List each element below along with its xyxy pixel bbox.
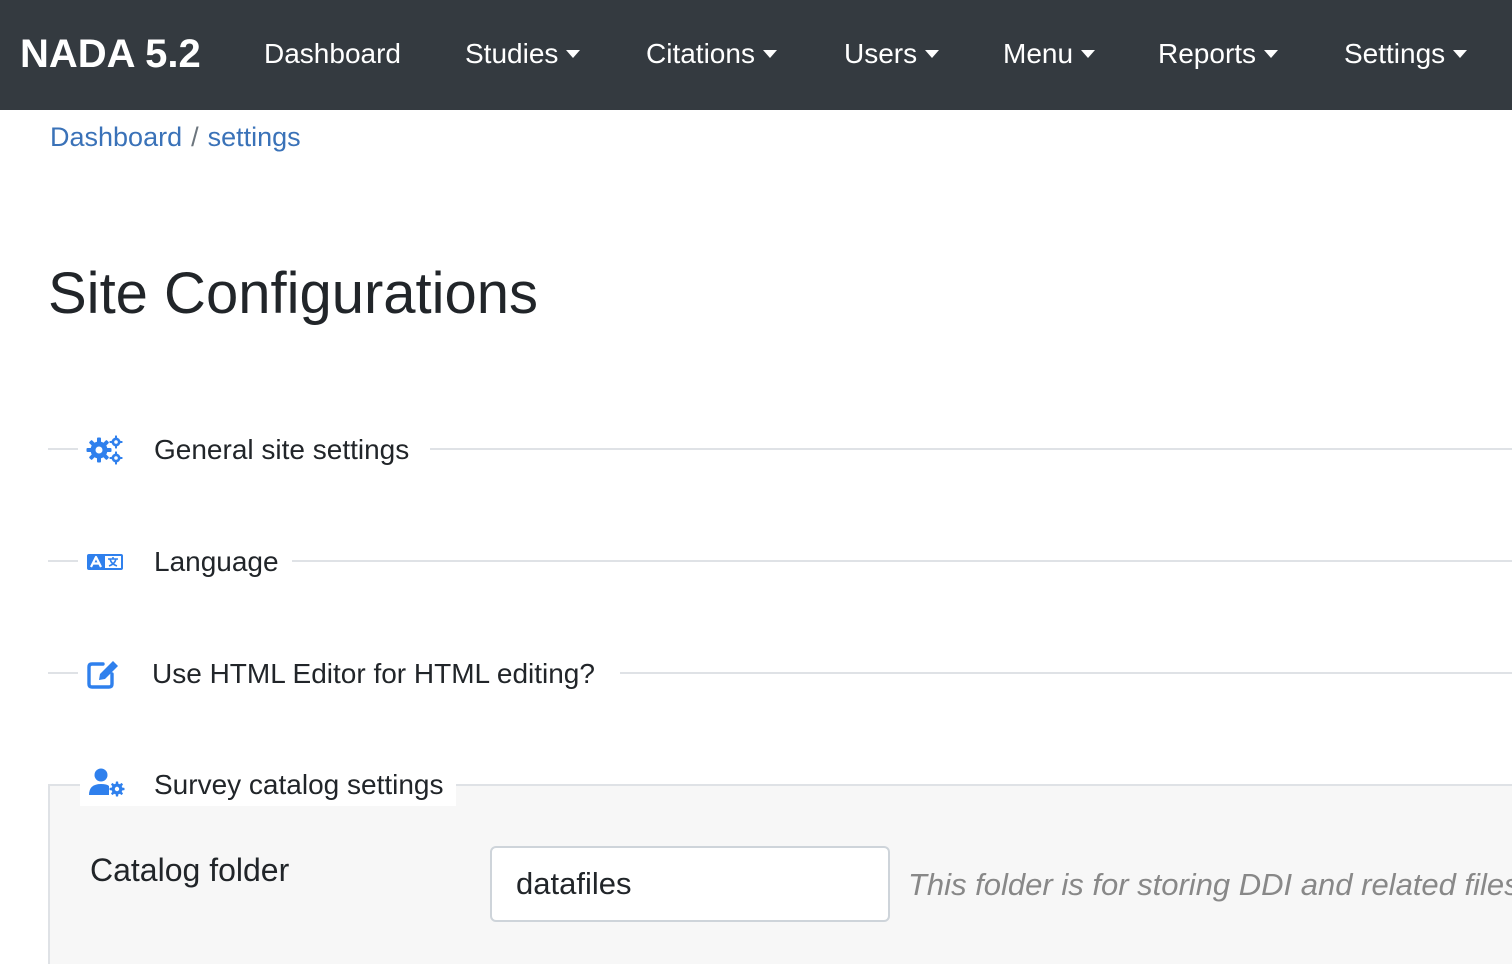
top-navbar: NADA 5.2 Dashboard Studies Citations Use… [0,0,1512,110]
caret-down-icon [566,49,581,58]
nav-users-label: Users [844,38,918,69]
nav-citations-dropdown[interactable]: Citations [646,28,777,80]
section-language[interactable]: Language [86,540,279,584]
nav-reports-label: Reports [1158,38,1257,69]
section-divider [48,672,78,674]
section-divider [620,672,1512,674]
user-cog-icon [88,767,126,804]
caret-down-icon [1453,49,1468,58]
language-icon [86,551,124,573]
section-divider [48,448,78,450]
caret-down-icon [1264,49,1279,58]
section-language-label: Language [154,546,279,577]
nav-settings-dropdown[interactable]: Settings [1344,28,1468,80]
catalog-folder-input[interactable] [490,846,890,922]
nav-citations-label: Citations [646,38,755,69]
section-survey-catalog-settings-label: Survey catalog settings [154,769,444,800]
catalog-folder-label: Catalog folder [90,852,290,888]
nav-reports-dropdown[interactable]: Reports [1158,28,1279,80]
nav-menu-label: Menu [1003,38,1074,69]
catalog-folder-help-text: This folder is for storing DDI and relat… [908,867,1512,902]
breadcrumb: Dashboard / settings [50,118,301,156]
brand-logo[interactable]: NADA 5.2 [20,28,201,80]
nav-users-dropdown[interactable]: Users [844,28,940,80]
edit-icon [86,658,122,690]
nav-studies-dropdown[interactable]: Studies [465,28,581,80]
section-html-editor-label: Use HTML Editor for HTML editing? [152,658,595,689]
caret-down-icon [925,49,940,58]
caret-down-icon [762,49,777,58]
section-divider [292,560,1512,562]
nav-settings-label: Settings [1344,38,1446,69]
cogs-icon [86,435,124,465]
nav-menu-dropdown[interactable]: Menu [1003,28,1096,80]
section-survey-catalog-settings[interactable]: Survey catalog settings [80,764,456,806]
section-divider [430,448,1512,450]
section-divider [48,560,78,562]
breadcrumb-settings-link[interactable]: settings [208,122,301,152]
section-general-site-settings[interactable]: General site settings [86,428,409,472]
section-general-site-settings-label: General site settings [154,434,410,465]
nav-dashboard[interactable]: Dashboard [264,28,401,80]
nav-studies-label: Studies [465,38,559,69]
caret-down-icon [1081,49,1096,58]
page-title: Site Configurations [48,261,539,326]
breadcrumb-dashboard-link[interactable]: Dashboard [50,122,182,152]
nav-dashboard-label: Dashboard [264,38,401,69]
section-html-editor[interactable]: Use HTML Editor for HTML editing? [86,652,595,696]
breadcrumb-separator: / [191,122,199,152]
